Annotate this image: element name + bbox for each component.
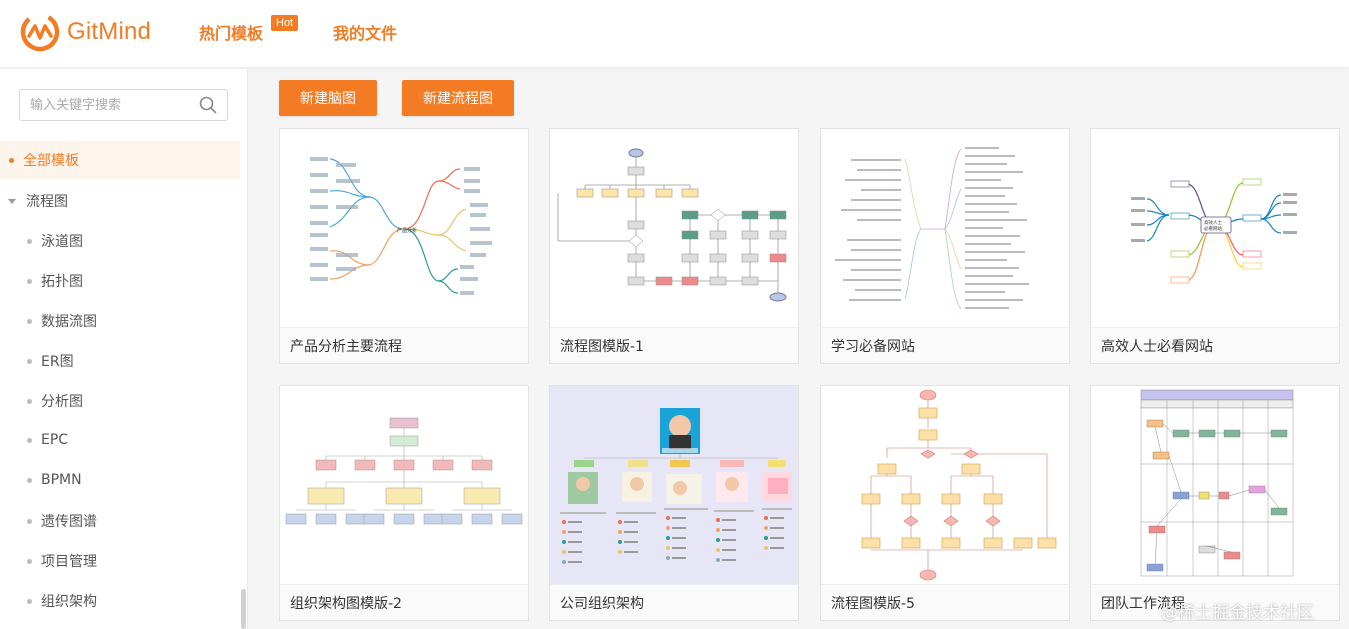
- nav-my-files[interactable]: 我的文件: [333, 20, 397, 44]
- search-input[interactable]: [30, 97, 200, 113]
- caret-down-icon: [8, 198, 16, 204]
- mindmap-thumbnail-icon: 产品分析: [280, 129, 528, 327]
- mindmap-list-thumbnail-icon: [821, 129, 1069, 327]
- flowchart-thumbnail-icon: [821, 386, 1069, 584]
- sidebar-item-label: 拓扑图: [41, 274, 83, 290]
- sidebar-scrollbar[interactable]: [241, 589, 246, 629]
- sidebar-item-label: EPC: [41, 432, 69, 448]
- watermark: @稀土掘金技术社区: [1161, 603, 1314, 623]
- sidebar-item-epc[interactable]: EPC: [27, 429, 68, 451]
- bullet-icon: [27, 558, 32, 564]
- template-title: 高效人士必看网站: [1091, 327, 1339, 363]
- nav-hot-templates[interactable]: 热门模板: [199, 20, 263, 44]
- sidebar-item-label: 组织架构: [41, 594, 97, 610]
- bullet-icon: [27, 318, 32, 324]
- avatar-org-thumbnail-icon: [550, 386, 798, 584]
- bullet-icon: [27, 238, 32, 244]
- category-flowchart[interactable]: 流程图: [0, 189, 68, 213]
- sidebar-item-label: 遗传图谱: [41, 514, 97, 530]
- sidebar-item-genogram[interactable]: 遗传图谱: [27, 510, 97, 532]
- bullet-icon: [27, 477, 32, 483]
- bullet-icon: [27, 518, 32, 524]
- sidebar-item-swimlane[interactable]: 泳道图: [27, 230, 83, 252]
- sidebar-item-bpmn[interactable]: BPMN: [27, 469, 82, 491]
- mindmap-colorful-thumbnail-icon: 高效人士 必看网站: [1091, 129, 1339, 327]
- template-card[interactable]: 学习必备网站: [820, 128, 1070, 364]
- template-title: 公司组织架构: [550, 584, 798, 620]
- template-title: 组织架构图模版-2: [280, 584, 528, 620]
- template-card[interactable]: 产品分析 产品分析主要流程: [279, 128, 529, 364]
- category-all-templates[interactable]: 全部模板: [0, 141, 240, 179]
- search-icon[interactable]: [199, 96, 217, 114]
- brand-name: GitMind: [67, 18, 152, 45]
- sidebar-item-topology[interactable]: 拓扑图: [27, 270, 83, 292]
- swimlane-thumbnail-icon: [1091, 386, 1339, 584]
- sidebar-item-project[interactable]: 项目管理: [27, 550, 97, 572]
- svg-text:产品分析: 产品分析: [397, 227, 417, 234]
- sidebar-item-analysis[interactable]: 分析图: [27, 390, 83, 412]
- template-card[interactable]: 组织架构图模版-2: [279, 385, 529, 621]
- template-title: 学习必备网站: [821, 327, 1069, 363]
- category-all-label: 全部模板: [23, 153, 79, 169]
- bullet-icon: [27, 358, 32, 364]
- template-card[interactable]: 流程图模版-5: [820, 385, 1070, 621]
- gitmind-logo[interactable]: GitMind: [20, 12, 151, 52]
- sidebar-item-er[interactable]: ER图: [27, 350, 74, 372]
- active-dot-icon: [9, 157, 14, 163]
- flowchart-thumbnail-icon: [550, 129, 798, 327]
- bullet-icon: [27, 398, 32, 404]
- bullet-icon: [27, 437, 32, 443]
- template-title: 流程图模版-1: [550, 327, 798, 363]
- hot-badge: Hot: [271, 15, 299, 31]
- template-card[interactable]: 流程图模版-1: [549, 128, 799, 364]
- svg-text:高效人士: 高效人士: [1204, 219, 1222, 226]
- template-card[interactable]: 团队工作流程: [1090, 385, 1340, 621]
- gitmind-logo-icon: [20, 12, 60, 52]
- template-card[interactable]: 公司组织架构: [549, 385, 799, 621]
- svg-text:必看网站: 必看网站: [1204, 225, 1222, 232]
- search-box: [19, 89, 228, 121]
- template-card[interactable]: 高效人士 必看网站 高效人士必看网站: [1090, 128, 1340, 364]
- sidebar-item-label: 分析图: [41, 394, 83, 410]
- sidebar-item-label: BPMN: [41, 472, 82, 488]
- sidebar: 全部模板 流程图 泳道图 拓扑图 数据流图 ER图 分析图 EPC BPMN 遗…: [0, 69, 248, 629]
- new-mindmap-button[interactable]: 新建脑图: [279, 80, 377, 116]
- sidebar-item-org[interactable]: 组织架构: [27, 590, 97, 612]
- new-flowchart-button[interactable]: 新建流程图: [402, 80, 514, 116]
- org-chart-thumbnail-icon: [280, 386, 528, 584]
- template-title: 流程图模版-5: [821, 584, 1069, 620]
- sidebar-item-label: 数据流图: [41, 314, 97, 330]
- bullet-icon: [27, 598, 32, 604]
- category-flowchart-label: 流程图: [26, 194, 68, 210]
- sidebar-item-label: ER图: [41, 354, 74, 370]
- sidebar-item-dataflow[interactable]: 数据流图: [27, 310, 97, 332]
- sidebar-item-label: 泳道图: [41, 234, 83, 250]
- bullet-icon: [27, 278, 32, 284]
- sidebar-item-label: 项目管理: [41, 554, 97, 570]
- template-title: 产品分析主要流程: [280, 327, 528, 363]
- top-header: GitMind 热门模板 Hot 我的文件: [0, 0, 1349, 68]
